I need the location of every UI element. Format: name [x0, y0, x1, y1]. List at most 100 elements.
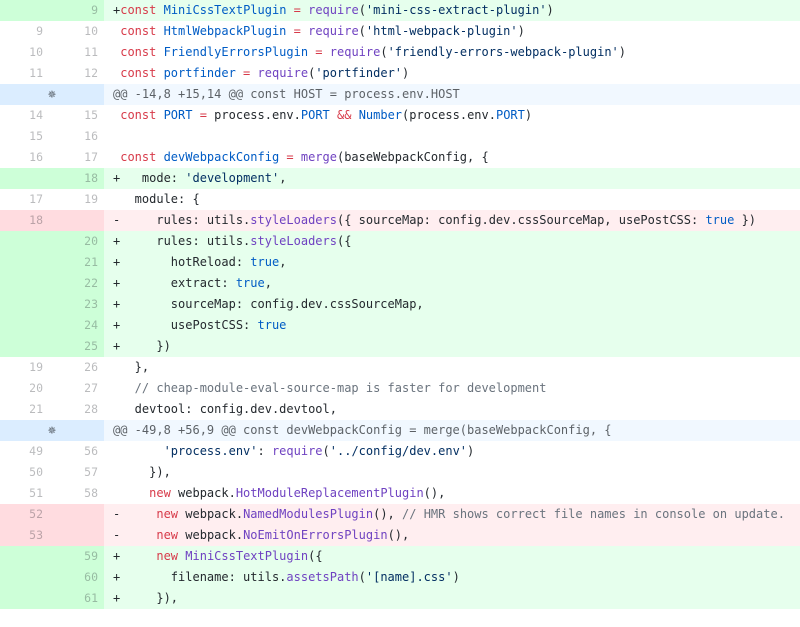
- added-line: 18 + mode: 'development',: [0, 168, 800, 189]
- code-token: mode:: [141, 171, 186, 185]
- new-line-number[interactable]: 20: [49, 231, 104, 252]
- old-line-number[interactable]: 49: [0, 441, 49, 462]
- code-line: // cheap-module-eval-source-map is faste…: [104, 378, 800, 399]
- code-token: +: [113, 276, 171, 290]
- new-line-number[interactable]: [49, 210, 104, 231]
- unfold-icon[interactable]: ✵: [0, 420, 104, 441]
- code-line: + hotReload: true,: [104, 252, 800, 273]
- old-line-number[interactable]: 19: [0, 357, 49, 378]
- code-token: usePostCSS:: [170, 318, 258, 332]
- code-token: }): [156, 339, 171, 353]
- new-line-number[interactable]: 58: [49, 483, 104, 504]
- old-line-number[interactable]: [0, 315, 49, 336]
- code-token: ({: [336, 234, 352, 248]
- new-line-number[interactable]: 9: [49, 0, 104, 21]
- code-line: const PORT = process.env.PORT && Number(…: [104, 105, 800, 126]
- new-line-number[interactable]: [49, 504, 104, 525]
- old-line-number[interactable]: 18: [0, 210, 49, 231]
- new-line-number[interactable]: 24: [49, 315, 104, 336]
- old-line-number[interactable]: 16: [0, 147, 49, 168]
- new-line-number[interactable]: 56: [49, 441, 104, 462]
- diff-view: 9 +const MiniCssTextPlugin = require('min…: [0, 0, 800, 609]
- old-line-number[interactable]: [0, 567, 49, 588]
- code-token: (: [358, 570, 366, 584]
- code-token: +: [113, 570, 171, 584]
- hunk-header: ✵ @@ -14,8 +15,14 @@ const HOST = process…: [0, 84, 800, 105]
- new-line-number[interactable]: 22: [49, 273, 104, 294]
- new-line-number[interactable]: 11: [49, 42, 104, 63]
- code-token: true: [705, 213, 735, 227]
- code-token: 'mini-css-extract-plugin': [365, 3, 547, 17]
- code-token: +: [113, 297, 171, 311]
- old-line-number[interactable]: 10: [0, 42, 49, 63]
- code-token: extract:: [170, 276, 236, 290]
- new-line-number[interactable]: 26: [49, 357, 104, 378]
- new-line-number[interactable]: 59: [49, 546, 104, 567]
- new-line-number[interactable]: 10: [49, 21, 104, 42]
- unfold-icon[interactable]: ✵: [0, 84, 104, 105]
- code-line: + extract: true,: [104, 273, 800, 294]
- old-line-number[interactable]: 20: [0, 378, 49, 399]
- new-line-number[interactable]: 25: [49, 336, 104, 357]
- deleted-line: 18 - rules: utils.styleLoaders({ sourceMa…: [0, 210, 800, 231]
- new-line-number[interactable]: [49, 525, 104, 546]
- old-line-number[interactable]: [0, 294, 49, 315]
- code-line: + mode: 'development',: [104, 168, 800, 189]
- code-token: HotModuleReplacementPlugin: [235, 486, 424, 500]
- code-token: require: [308, 24, 359, 38]
- old-line-number[interactable]: [0, 336, 49, 357]
- old-line-number[interactable]: 52: [0, 504, 49, 525]
- code-token: =: [286, 3, 309, 17]
- code-token: const: [113, 108, 164, 122]
- new-line-number[interactable]: 19: [49, 189, 104, 210]
- old-line-number[interactable]: 50: [0, 462, 49, 483]
- new-line-number[interactable]: 60: [49, 567, 104, 588]
- code-token: require: [271, 444, 323, 458]
- new-line-number[interactable]: 15: [49, 105, 104, 126]
- code-token: (: [358, 24, 366, 38]
- code-token: },: [113, 360, 150, 374]
- old-line-number[interactable]: 53: [0, 525, 49, 546]
- old-line-number[interactable]: [0, 273, 49, 294]
- context-line: 20 27 // cheap-module-eval-source-map is …: [0, 378, 800, 399]
- context-line: 50 57 }),: [0, 462, 800, 483]
- new-line-number[interactable]: 21: [49, 252, 104, 273]
- new-line-number[interactable]: 27: [49, 378, 104, 399]
- old-line-number[interactable]: 9: [0, 21, 49, 42]
- code-token: -: [113, 528, 157, 542]
- new-line-number[interactable]: 23: [49, 294, 104, 315]
- old-line-number[interactable]: [0, 0, 49, 21]
- code-line: + }),: [104, 588, 800, 609]
- new-line-number[interactable]: 17: [49, 147, 104, 168]
- old-line-number[interactable]: 17: [0, 189, 49, 210]
- old-line-number[interactable]: [0, 546, 49, 567]
- old-line-number[interactable]: [0, 588, 49, 609]
- old-line-number[interactable]: 15: [0, 126, 49, 147]
- code-line: - new webpack.NoEmitOnErrorsPlugin(),: [104, 525, 800, 546]
- code-line: + }): [104, 336, 800, 357]
- code-line: const portfinder = require('portfinder'): [104, 63, 800, 84]
- code-token: Number: [358, 108, 403, 122]
- new-line-number[interactable]: 18: [49, 168, 104, 189]
- code-token: ,: [264, 276, 272, 290]
- added-line: 22 + extract: true,: [0, 273, 800, 294]
- new-line-number[interactable]: 16: [49, 126, 104, 147]
- code-token: filename: utils.: [170, 570, 287, 584]
- code-token: -: [113, 213, 157, 227]
- old-line-number[interactable]: 51: [0, 483, 49, 504]
- code-token: :: [257, 444, 272, 458]
- old-line-number[interactable]: 14: [0, 105, 49, 126]
- new-line-number[interactable]: 12: [49, 63, 104, 84]
- code-token: '[name].css': [365, 570, 453, 584]
- new-line-number[interactable]: 61: [49, 588, 104, 609]
- new-line-number[interactable]: 28: [49, 399, 104, 420]
- old-line-number[interactable]: [0, 168, 49, 189]
- new-line-number[interactable]: 57: [49, 462, 104, 483]
- old-line-number[interactable]: 11: [0, 63, 49, 84]
- code-token: sourceMap: config.dev.cssSourceMap,: [170, 297, 424, 311]
- code-token: portfinder: [163, 66, 236, 80]
- code-token: webpack.: [178, 486, 236, 500]
- old-line-number[interactable]: [0, 231, 49, 252]
- old-line-number[interactable]: [0, 252, 49, 273]
- old-line-number[interactable]: 21: [0, 399, 49, 420]
